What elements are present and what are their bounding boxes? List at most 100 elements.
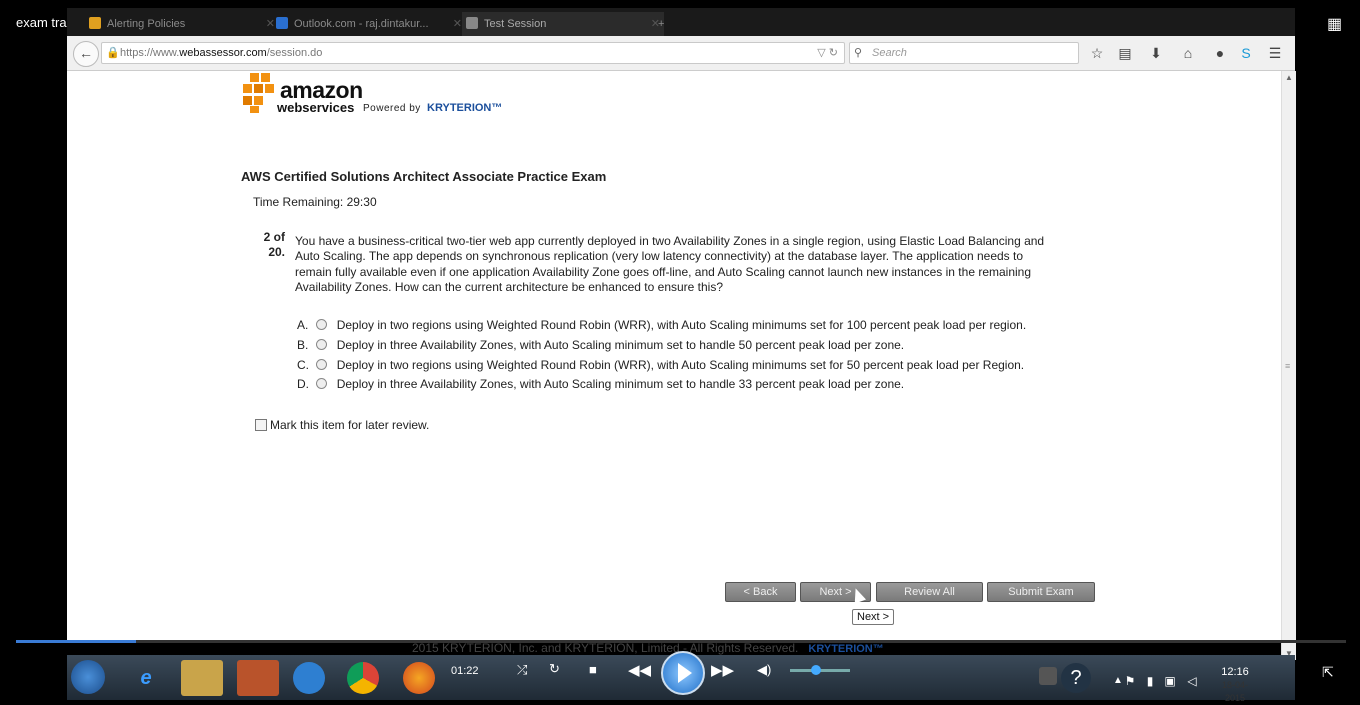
keyboard-icon[interactable] — [1039, 667, 1057, 685]
volume-icon[interactable]: ◀) — [757, 662, 771, 678]
stop-icon[interactable]: ■ — [589, 662, 597, 677]
search-placeholder: Search — [872, 47, 907, 59]
flag-icon[interactable]: ⚑ — [1121, 663, 1139, 699]
scroll-up-icon[interactable]: ▲ — [1285, 73, 1293, 82]
page-footer: 2015 KRYTERION, Inc. and KRYTERION, Limi… — [412, 641, 884, 655]
chat-icon[interactable]: ● — [1211, 44, 1229, 62]
option-text: Deploy in two regions using Weighted Rou… — [336, 358, 1025, 372]
option-text: Deploy in two regions using Weighted Rou… — [336, 318, 1027, 332]
download-icon[interactable]: ⬇ — [1147, 44, 1165, 62]
answer-option-c[interactable]: C. Deploy in two regions using Weighted … — [297, 356, 1024, 374]
question-text: You have a business-critical two-tier we… — [295, 234, 1045, 294]
reload-icon[interactable]: ▽ ↻ — [817, 43, 838, 63]
reading-list-icon[interactable]: ▤ — [1116, 44, 1134, 62]
video-time-code: 01:22 — [451, 665, 479, 677]
option-letter: B. — [297, 338, 309, 352]
skype-taskbar-icon[interactable] — [293, 662, 325, 694]
copyright-text: 2015 KRYTERION, Inc. and KRYTERION, Limi… — [412, 641, 799, 655]
internet-explorer-icon[interactable]: e — [125, 660, 167, 696]
bookmark-star-icon[interactable]: ☆ — [1088, 44, 1106, 62]
answer-option-a[interactable]: A. Deploy in two regions using Weighted … — [297, 316, 1026, 334]
review-checkbox[interactable] — [255, 419, 267, 431]
tab-favicon-icon — [466, 17, 478, 29]
back-arrow-icon[interactable]: ← — [73, 41, 99, 67]
option-letter: C. — [297, 358, 309, 372]
radio-button[interactable] — [316, 319, 328, 330]
review-label: Mark this item for later review. — [270, 418, 430, 432]
volume-slider[interactable] — [790, 665, 850, 675]
new-tab-button[interactable]: + — [652, 12, 678, 36]
mark-for-review[interactable]: Mark this item for later review. — [255, 418, 429, 432]
menu-icon[interactable]: ☰ — [1266, 44, 1284, 62]
radio-button[interactable] — [316, 359, 328, 370]
home-icon[interactable]: ⌂ — [1179, 44, 1197, 62]
tab-alerting-policies[interactable]: Alerting Policies ✕ — [85, 12, 279, 36]
option-letter: A. — [297, 318, 309, 332]
question-number-line: 2 of — [263, 230, 285, 244]
kryterion-logo: KRYTERION™ — [427, 102, 503, 114]
url-text: https://www.webassessor.com/session.do — [120, 47, 323, 59]
aws-cubes-icon — [243, 73, 274, 113]
tab-favicon-icon — [276, 17, 288, 29]
file-explorer-icon[interactable] — [181, 660, 223, 696]
clock-time: 12:16 — [1221, 666, 1249, 678]
radio-button[interactable] — [316, 339, 328, 350]
help-icon[interactable]: ? — [1061, 663, 1091, 693]
question-number-line: 20. — [268, 245, 285, 259]
browser-navbar: ← 🔒 https://www.webassessor.com/session.… — [67, 36, 1295, 71]
url-bar[interactable]: 🔒 https://www.webassessor.com/session.do… — [101, 42, 845, 64]
video-progress-fill — [16, 640, 136, 643]
scroll-grip-icon[interactable]: ≡ — [1285, 361, 1290, 371]
speaker-icon[interactable]: ◁ — [1183, 663, 1201, 699]
network-icon[interactable]: ▣ — [1161, 663, 1179, 699]
media-player-icon[interactable] — [237, 660, 279, 696]
battery-icon[interactable]: ▮ — [1141, 663, 1159, 699]
tab-favicon-icon — [89, 17, 101, 29]
play-button[interactable] — [661, 651, 705, 695]
tab-label: Alerting Policies — [107, 18, 186, 30]
logo-webservices-text: webservices — [277, 100, 355, 115]
footer-brand: KRYTERION™ — [808, 643, 884, 655]
question-number: 2 of 20. — [253, 230, 285, 260]
start-button-icon[interactable] — [71, 660, 105, 694]
fast-forward-icon[interactable]: ▶▶ — [711, 661, 734, 679]
option-text: Deploy in three Availability Zones, with… — [336, 377, 905, 391]
tab-test-session[interactable]: Test Session ✕ — [462, 12, 664, 36]
exam-title: AWS Certified Solutions Architect Associ… — [241, 169, 607, 184]
close-tab-icon[interactable]: ✕ — [453, 12, 462, 36]
option-letter: D. — [297, 377, 309, 391]
review-all-button[interactable]: Review All — [876, 582, 983, 602]
lock-icon: 🔒 — [106, 47, 120, 59]
skype-icon[interactable]: S — [1237, 44, 1255, 62]
answer-option-d[interactable]: D. Deploy in three Availability Zones, w… — [297, 375, 904, 393]
aws-logo: amazon webservices Powered by KRYTERION™ — [240, 71, 520, 121]
radio-button[interactable] — [316, 378, 328, 389]
answer-option-b[interactable]: B. Deploy in three Availability Zones, w… — [297, 336, 904, 354]
player-title: exam trail — [16, 15, 73, 30]
firefox-icon[interactable] — [403, 662, 435, 694]
tab-label: Outlook.com - raj.dintakur... — [294, 18, 429, 30]
video-progress-bar[interactable] — [16, 640, 1346, 643]
time-remaining: Time Remaining: 29:30 — [253, 195, 377, 209]
search-icon: ⚲ — [854, 47, 863, 59]
exam-page: amazon webservices Powered by KRYTERION™… — [67, 71, 1281, 655]
repeat-icon[interactable]: ↻ — [549, 661, 560, 677]
rewind-icon[interactable]: ◀◀ — [628, 661, 651, 679]
back-button[interactable]: < Back — [725, 582, 796, 602]
search-input[interactable]: ⚲ Search — [849, 42, 1079, 64]
browser-tab-strip: Alerting Policies ✕ Outlook.com - raj.di… — [67, 8, 1295, 36]
chrome-icon[interactable] — [347, 662, 379, 694]
system-clock[interactable]: 12:16 18-04-2015 — [1215, 666, 1255, 705]
volume-knob[interactable] — [811, 665, 821, 675]
tab-label: Test Session — [484, 18, 547, 30]
page-scrollbar[interactable]: ▲ ≡ ▼ — [1281, 71, 1296, 660]
exit-fullscreen-icon[interactable]: ⇱ — [1322, 664, 1334, 681]
shuffle-icon[interactable]: ⤮ — [517, 662, 527, 678]
tab-outlook[interactable]: Outlook.com - raj.dintakur... ✕ — [272, 12, 466, 36]
next-tooltip: Next > — [852, 609, 895, 625]
option-text: Deploy in three Availability Zones, with… — [336, 338, 905, 352]
powered-by-text: Powered by — [363, 103, 421, 114]
submit-exam-button[interactable]: Submit Exam — [987, 582, 1095, 602]
fullscreen-toggle-icon[interactable]: ▦ — [1327, 14, 1347, 33]
clock-date: 18-04-2015 — [1221, 680, 1248, 703]
